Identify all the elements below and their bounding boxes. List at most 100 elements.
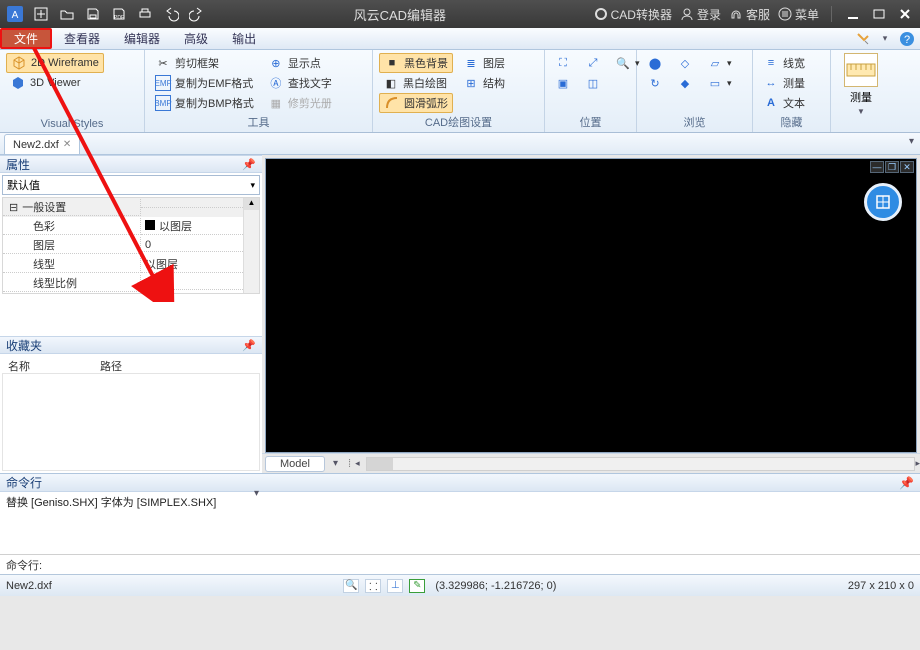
pos-btn-1[interactable]: ⛶ — [551, 53, 575, 73]
menu-output[interactable]: 输出 — [220, 28, 268, 49]
close-icon[interactable] — [896, 5, 914, 23]
save-pdf-icon[interactable]: PDF — [110, 5, 128, 23]
favorites-panel-header: 收藏夹📌 — [0, 336, 262, 354]
support-button[interactable]: 客服 — [729, 6, 770, 23]
measure-big-button[interactable]: 测量 ▼ — [844, 53, 878, 116]
h-scrollbar[interactable] — [366, 457, 916, 471]
status-icon-4[interactable]: ✎ — [409, 579, 425, 593]
drawing-canvas[interactable]: — ❐ ✕ — [265, 158, 917, 453]
browse-btn-6[interactable]: ▭▾ — [703, 73, 736, 93]
cube-icon — [11, 55, 27, 71]
canvas-close-icon[interactable]: ✕ — [900, 161, 914, 173]
trim-button[interactable]: ▦修剪光册 — [264, 93, 336, 113]
arc-button[interactable]: 圆滑弧形 — [379, 93, 453, 113]
redo-icon[interactable] — [188, 5, 206, 23]
3d-viewer-button[interactable]: 3D Viewer — [6, 73, 104, 93]
undo-icon[interactable] — [162, 5, 180, 23]
status-icon-3[interactable]: ⊥ — [387, 579, 403, 593]
canvas-restore-icon[interactable]: ❐ — [885, 161, 899, 173]
bw-draw-button[interactable]: ◧黑白绘图 — [379, 73, 453, 93]
new-icon[interactable] — [32, 5, 50, 23]
pos-btn-2[interactable]: ▣ — [551, 73, 575, 93]
pin-icon[interactable]: 📌 — [242, 158, 256, 171]
cad-converter-button[interactable]: CAD转换器 — [594, 6, 672, 23]
pin-icon[interactable]: 📌 — [242, 339, 256, 352]
browse-btn-4[interactable]: ◆ — [673, 73, 697, 93]
menu-advanced[interactable]: 高级 — [172, 28, 220, 49]
bw-square-icon: ◧ — [383, 75, 399, 91]
plane3-icon: ▭ — [707, 75, 723, 91]
command-header: 命令行📌 — [0, 474, 920, 492]
status-coords: (3.329986; -1.216726; 0) — [435, 580, 556, 592]
copy-bmp-button[interactable]: BMP复制为BMP格式 — [151, 93, 258, 113]
status-file: New2.dxf — [6, 580, 52, 592]
status-icon-1[interactable]: 🔍 — [343, 579, 359, 593]
pos-btn-4[interactable]: ◫ — [581, 73, 605, 93]
text-icon: A — [763, 95, 779, 111]
browse-btn-1[interactable]: ⬤ — [643, 53, 667, 73]
left-panel-chevron-icon[interactable]: ▾ — [254, 488, 259, 499]
find-text-button[interactable]: Ⓐ查找文字 — [264, 73, 336, 93]
style-dropdown-icon[interactable] — [854, 30, 872, 48]
copy-emf-button[interactable]: EMF复制为EMF格式 — [151, 73, 258, 93]
ribbon: 2D Wireframe 3D Viewer Visual Styles ✂剪切… — [0, 50, 920, 133]
model-overflow-icon[interactable]: ▾ — [333, 458, 338, 469]
lineweight-button[interactable]: ≡线宽 — [759, 53, 809, 73]
open-icon[interactable] — [58, 5, 76, 23]
ruler-icon: ↔ — [763, 75, 779, 91]
ribbon-group-cad: CAD绘图设置 — [373, 113, 544, 132]
measure-button[interactable]: ↔测量 — [759, 73, 809, 93]
left-panel: 属性📌 默认值▾ ⊟一般设置 色彩以图层 图层0 线型以图层 线型比例1 ▲ 收… — [0, 155, 262, 473]
browse-btn-2[interactable]: ↻ — [643, 73, 667, 93]
help-icon[interactable]: ? — [898, 30, 916, 48]
layer-button[interactable]: ≣图层 — [459, 53, 509, 73]
status-dims: 297 x 210 x 0 — [848, 580, 914, 592]
minimize-icon[interactable] — [844, 5, 862, 23]
show-point-button[interactable]: ⊕显示点 — [264, 53, 336, 73]
target-icon: ⊕ — [268, 55, 284, 71]
ribbon-group-hide: 隐藏 — [753, 113, 830, 132]
prop-row-lscale[interactable]: 线型比例1 — [3, 274, 243, 293]
menu-button[interactable]: 菜单 — [778, 6, 819, 23]
black-bg-button[interactable]: ■黑色背景 — [379, 53, 453, 73]
text-button[interactable]: A文本 — [759, 93, 809, 113]
tab-close-icon[interactable]: ✕ — [63, 139, 71, 150]
canvas-area: — ❐ ✕ Model ▾ ⁞ ◂ ▸ — [262, 155, 920, 473]
menu-file[interactable]: 文件 — [0, 28, 52, 49]
prop-row-ltype[interactable]: 线型以图层 — [3, 255, 243, 274]
doc-tab[interactable]: New2.dxf✕ — [4, 134, 80, 154]
trim-icon: ▦ — [268, 95, 284, 111]
command-input[interactable]: 命令行: — [0, 554, 920, 574]
status-icon-2[interactable]: ⸬ — [365, 579, 381, 593]
canvas-min-icon[interactable]: — — [870, 161, 884, 173]
struct-button[interactable]: ⊞结构 — [459, 73, 509, 93]
save-icon[interactable] — [84, 5, 102, 23]
browse-btn-5[interactable]: ▱▾ — [703, 53, 736, 73]
ribbon-group-browse: 浏览 — [637, 113, 752, 132]
fav-col-path: 路径 — [100, 358, 122, 369]
print-icon[interactable] — [136, 5, 154, 23]
login-button[interactable]: 登录 — [680, 6, 721, 23]
pin-icon[interactable]: 📌 — [899, 476, 914, 490]
doc-tabs: New2.dxf✕ ▾ — [0, 133, 920, 155]
globe-icon: ⬤ — [647, 55, 663, 71]
prop-row-color[interactable]: 色彩以图层 — [3, 217, 243, 236]
crop-frame-button[interactable]: ✂剪切框架 — [151, 53, 258, 73]
tab-overflow-icon[interactable]: ▾ — [909, 136, 914, 147]
chevron-icon[interactable]: ▾ — [876, 30, 894, 48]
pos-btn-3[interactable]: ⤢ — [581, 53, 605, 73]
prop-group-row[interactable]: ⊟一般设置 — [3, 198, 243, 217]
app-title: 风云CAD编辑器 — [206, 5, 594, 24]
browse-btn-3[interactable]: ◇ — [673, 53, 697, 73]
status-bar: New2.dxf 🔍 ⸬ ⊥ ✎ (3.329986; -1.216726; 0… — [0, 574, 920, 596]
model-tab[interactable]: Model — [265, 456, 325, 472]
viewcube-button[interactable] — [864, 183, 902, 221]
menu-editor[interactable]: 编辑器 — [112, 28, 172, 49]
properties-selector[interactable]: 默认值▾ — [2, 175, 260, 195]
2d-wireframe-button[interactable]: 2D Wireframe — [6, 53, 104, 73]
menu-viewer[interactable]: 查看器 — [52, 28, 112, 49]
prop-row-layer[interactable]: 图层0 — [3, 236, 243, 255]
fit-icon: ▣ — [555, 75, 571, 91]
collapse-icon[interactable]: ⊟ — [9, 201, 18, 214]
maximize-icon[interactable] — [870, 5, 888, 23]
